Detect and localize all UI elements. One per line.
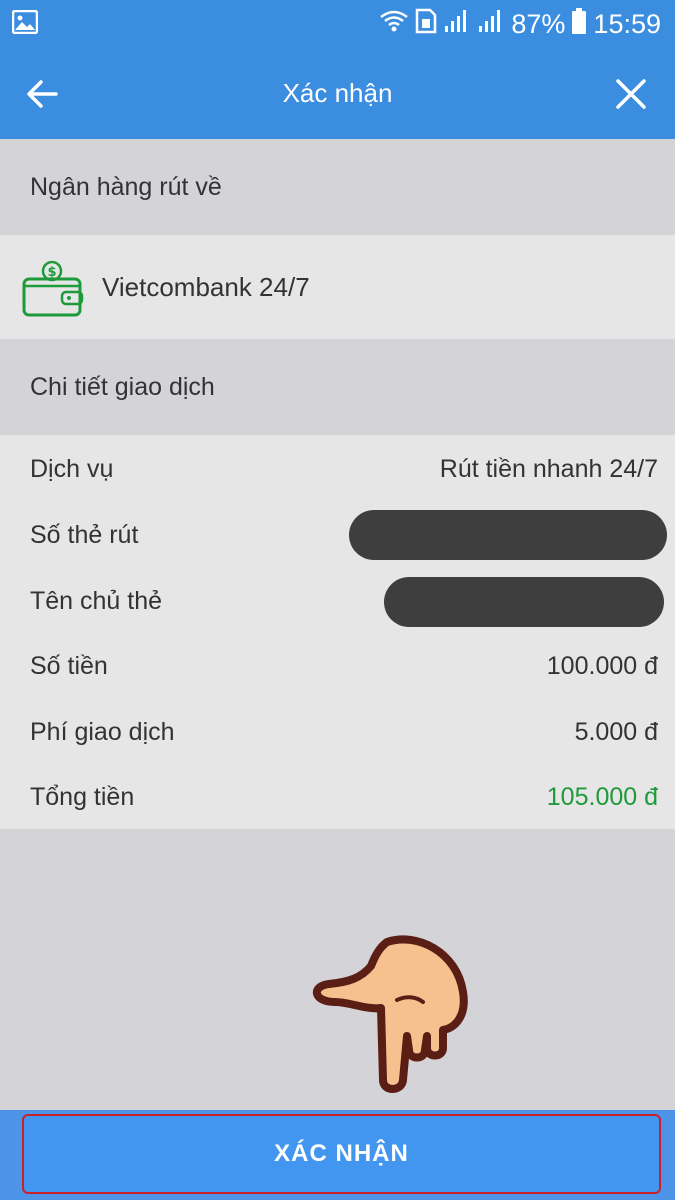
detail-row-total: Tổng tiền 105.000 đ [0,767,675,827]
detail-label: Dịch vụ [30,455,114,483]
wifi-icon [379,9,409,40]
bank-row[interactable]: $ Vietcombank 24/7 [0,235,675,339]
clock: 15:59 [593,8,661,39]
pointing-hand-icon [305,930,470,1100]
signal-icon [477,8,505,41]
redacted-value [384,577,664,627]
detail-label: Phí giao dịch [30,718,175,746]
detail-row-card-number: Số thẻ rút [0,505,675,565]
signal-icon [443,8,471,41]
battery-percent: 87% [511,8,566,39]
detail-value: Rút tiền nhanh 24/7 [439,455,658,483]
total-value: 105.000 đ [546,783,658,811]
arrow-left-icon[interactable] [24,76,60,112]
app-bar: Xác nhận [0,48,675,139]
battery-icon [571,7,587,42]
transaction-details: Dịch vụ Rút tiền nhanh 24/7 Số thẻ rút T… [0,435,675,829]
detail-value: 100.000 đ [546,652,658,680]
bank-section-header: Ngân hàng rút về [0,139,675,235]
detail-label: Số thẻ rút [30,521,139,549]
confirm-button[interactable]: XÁC NHẬN [22,1114,661,1194]
detail-row-amount: Số tiền 100.000 đ [0,636,675,696]
bank-name: Vietcombank 24/7 [102,272,310,302]
status-bar: 87% 15:59 [0,0,675,48]
detail-value: 5.000 đ [574,718,658,746]
detail-label: Tên chủ thẻ [30,587,163,615]
gallery-icon [11,9,39,39]
detail-row-card-holder: Tên chủ thẻ [0,571,675,631]
detail-section-header: Chi tiết giao dịch [0,339,675,435]
detail-label: Tổng tiền [30,783,135,811]
redacted-value [349,510,667,560]
detail-row-service: Dịch vụ Rút tiền nhanh 24/7 [0,439,675,499]
detail-row-fee: Phí giao dịch 5.000 đ [0,702,675,762]
wallet-icon: $ [22,259,84,322]
page-title: Xác nhận [282,78,393,108]
sim-icon [415,8,437,41]
detail-label: Số tiền [30,652,108,680]
close-icon[interactable] [613,76,649,112]
